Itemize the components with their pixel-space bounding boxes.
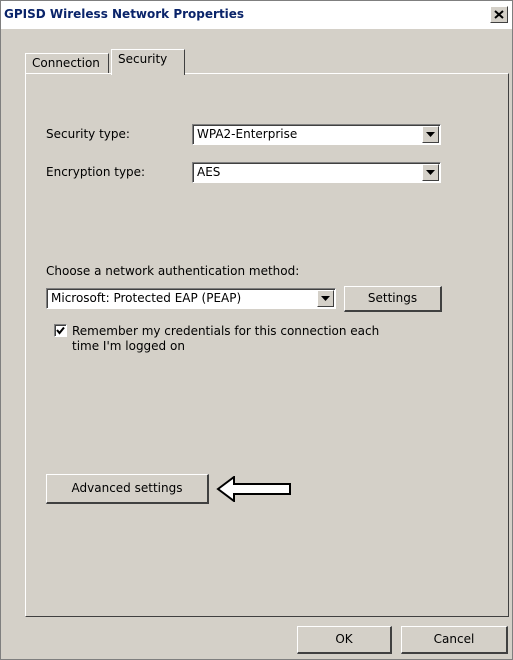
ok-button[interactable]: OK: [297, 626, 392, 654]
title-bar: GPISD Wireless Network Properties: [1, 1, 512, 29]
checkmark-icon: [56, 326, 65, 335]
cancel-button[interactable]: Cancel: [401, 626, 508, 654]
arrow-left-icon: [216, 476, 291, 502]
dialog-window: GPISD Wireless Network Properties Connec…: [0, 0, 513, 660]
close-button[interactable]: [490, 6, 508, 23]
chevron-down-icon: [426, 132, 435, 137]
security-type-dropdown-button[interactable]: [422, 126, 439, 143]
remember-credentials-label-line1: Remember my credentials for this connect…: [72, 324, 380, 338]
window-title: GPISD Wireless Network Properties: [4, 7, 245, 21]
advanced-settings-button[interactable]: Advanced settings: [46, 474, 209, 504]
auth-method-value: Microsoft: Protected EAP (PEAP): [51, 291, 242, 305]
chevron-down-icon: [426, 170, 435, 175]
encryption-type-dropdown[interactable]: AES: [192, 162, 441, 183]
auth-method-dropdown-button[interactable]: [317, 290, 334, 307]
encryption-type-dropdown-button[interactable]: [422, 164, 439, 181]
close-icon: [494, 10, 504, 19]
tab-connection[interactable]: Connection: [25, 53, 109, 73]
security-type-value: WPA2-Enterprise: [197, 127, 298, 141]
remember-credentials-label-line2: time I'm logged on: [72, 339, 185, 353]
security-tab-panel: Security type: WPA2-Enterprise Encryptio…: [25, 73, 509, 617]
settings-button[interactable]: Settings: [344, 286, 442, 312]
security-type-label: Security type:: [46, 127, 130, 141]
encryption-type-label: Encryption type:: [46, 165, 146, 179]
remember-credentials-checkbox[interactable]: [54, 324, 67, 337]
chevron-down-icon: [321, 296, 330, 301]
auth-method-label: Choose a network authentication method:: [46, 264, 300, 278]
security-type-dropdown[interactable]: WPA2-Enterprise: [192, 124, 441, 145]
auth-method-dropdown[interactable]: Microsoft: Protected EAP (PEAP): [46, 288, 336, 309]
tab-security[interactable]: Security: [111, 49, 185, 75]
encryption-type-value: AES: [197, 165, 221, 179]
